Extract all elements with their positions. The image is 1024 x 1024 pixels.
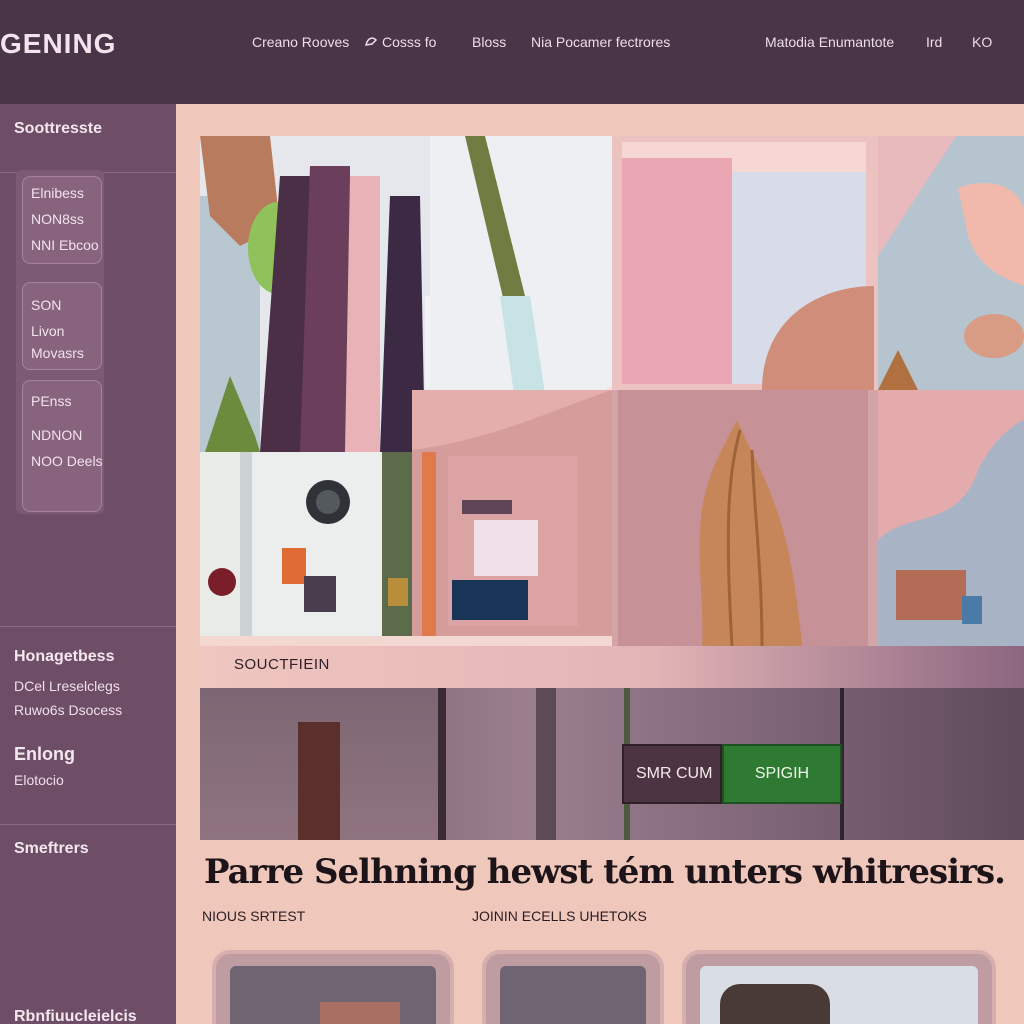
nav-link-label: Matodia Enumantote	[765, 34, 895, 50]
card-line: Livon	[31, 323, 65, 339]
nav-link-4[interactable]: Nia Pocamer fectrores	[531, 34, 670, 50]
banner-divider	[536, 688, 556, 840]
gallery-image-4[interactable]	[200, 452, 412, 636]
section-label: NIOUS SRTEST	[202, 908, 306, 924]
card-line: SON	[31, 297, 62, 313]
nav-link-3[interactable]: Bloss	[472, 34, 506, 50]
gallery-image-2[interactable]	[612, 136, 878, 390]
search-input[interactable]: SMR CUM	[622, 744, 722, 804]
product-card-1[interactable]	[212, 950, 454, 1024]
product-card-3[interactable]	[682, 950, 996, 1024]
sidebar-section-title: Rbnfiuucleielcis	[14, 1008, 137, 1024]
sidebar-section-title: Enlong	[14, 744, 75, 764]
product-thumbnail	[320, 1002, 400, 1024]
sidebar-card-1[interactable]: Elnibess NON8ss NNI Ebcoo	[22, 176, 102, 264]
banner-frame	[298, 722, 340, 840]
card-line: Elnibess	[31, 185, 84, 201]
gallery-image-5[interactable]	[412, 390, 612, 636]
gallery-caption: SOUCTFIEIN	[234, 656, 330, 673]
sidebar-item[interactable]: Ruwo6s Dsocess	[14, 702, 122, 718]
page-headline: Parre Selhning hewst tém unters whitresi…	[204, 852, 1006, 892]
custom-shape-icon	[364, 34, 378, 50]
nav-link-2[interactable]: Cosss fo	[364, 34, 436, 50]
nav-link-5[interactable]: Matodia Enumantote	[765, 34, 894, 50]
card-line: NOO Deels	[31, 453, 103, 469]
gallery-image-7[interactable]	[878, 390, 1024, 646]
product-image	[700, 966, 978, 1024]
nav-link-7[interactable]: KO	[972, 34, 992, 50]
search-bar: SMR CUM SPIGIH	[622, 744, 842, 804]
sidebar-item[interactable]: DCel Lreselclegs	[14, 678, 120, 694]
nav-link-1[interactable]: Creano Rooves	[252, 34, 349, 50]
nav-link-label: Ird	[926, 34, 943, 50]
nav-link-label: Bloss	[472, 34, 507, 50]
card-line: NNI Ebcoo	[31, 237, 99, 253]
sidebar-section-title: Smeftrers	[14, 840, 89, 857]
sidebar-item[interactable]: Elotocio	[14, 772, 64, 788]
product-card-2[interactable]	[482, 950, 664, 1024]
brand-logo[interactable]: GENING	[0, 28, 116, 60]
nav-link-label: Creano Rooves	[252, 34, 350, 50]
top-bar: GENING Creano Rooves Cosss fo Bloss Nia …	[0, 0, 1024, 104]
search-button[interactable]: SPIGIH	[722, 744, 842, 804]
nav-link-label: Nia Pocamer fectrores	[531, 34, 671, 50]
banner-divider	[920, 688, 944, 840]
card-line: PEnss	[31, 393, 72, 409]
product-image	[230, 966, 436, 1024]
card-line: NDNON	[31, 427, 83, 443]
product-image	[500, 966, 646, 1024]
sidebar-divider	[0, 824, 176, 825]
nav-link-label: KO	[972, 34, 993, 50]
banner-image	[200, 688, 1024, 840]
section-label: JOININ ECELLS UHETOKS	[472, 908, 647, 924]
sidebar-card-2[interactable]: SON Livon Movasrs	[22, 282, 102, 370]
sidebar-section-title: Honagetbess	[14, 648, 115, 665]
gallery-image-3[interactable]	[878, 136, 1024, 390]
sidebar-title: Soottresste	[14, 120, 103, 137]
sidebar-card-3[interactable]: PEnss NDNON NOO Deels	[22, 380, 103, 512]
gallery-image-6[interactable]	[612, 390, 878, 646]
sidebar-divider	[0, 626, 176, 627]
nav-link-label: Cosss fo	[382, 34, 437, 50]
card-line: NON8ss	[31, 211, 84, 227]
product-thumbnail	[720, 984, 830, 1024]
card-line: Movasrs	[31, 345, 84, 361]
nav-link-6[interactable]: Ird	[926, 34, 942, 50]
banner-divider	[438, 688, 446, 840]
image-gallery	[200, 136, 1024, 646]
